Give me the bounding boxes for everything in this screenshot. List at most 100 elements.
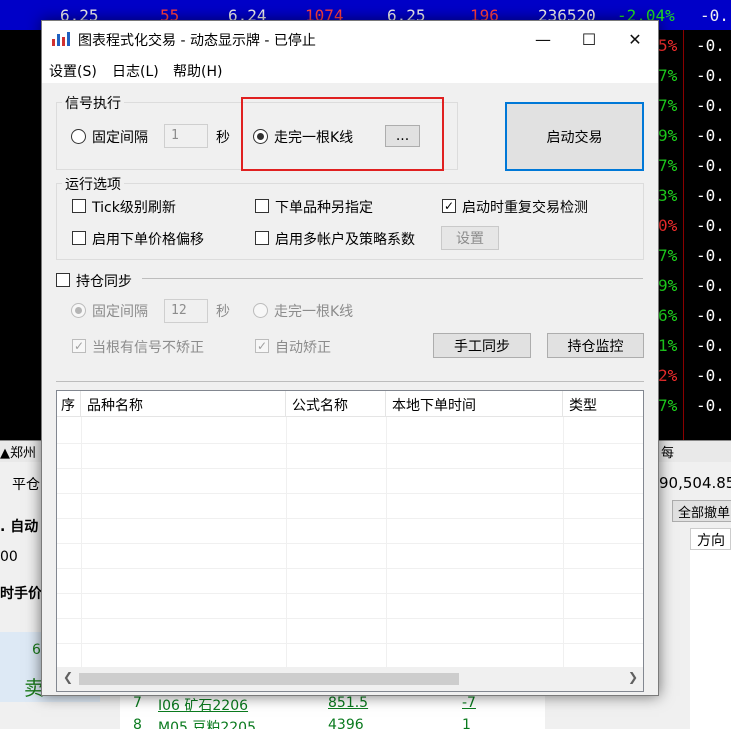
quote-change-pct: 9% bbox=[658, 276, 678, 295]
highlight-box bbox=[241, 97, 444, 171]
menu-settings[interactable]: 设置(S) bbox=[49, 61, 97, 81]
sync-seconds-label: 秒 bbox=[216, 304, 230, 320]
position-sync-label: 持仓同步 bbox=[76, 274, 132, 290]
quote-change-value: -0. bbox=[696, 306, 725, 325]
fixed-interval-radio[interactable] bbox=[71, 129, 86, 144]
position-sync-checkbox[interactable] bbox=[56, 273, 70, 287]
title-bar[interactable]: 图表程式化交易 - 动态显示牌 - 已停止 — ☐ ✕ bbox=[42, 21, 658, 57]
no-correct-label: 当根有信号不矫正 bbox=[92, 340, 204, 356]
col-order-time[interactable]: 本地下单时间 bbox=[386, 391, 563, 417]
settings-button[interactable]: 设置 bbox=[441, 226, 499, 250]
sync-kline-radio[interactable] bbox=[253, 303, 268, 318]
row-number: 8 bbox=[133, 717, 142, 729]
run-options-label: 运行选项 bbox=[62, 174, 124, 194]
startup-check-checkbox[interactable]: ✓ bbox=[442, 199, 456, 213]
grid-line bbox=[57, 493, 643, 494]
minimize-button[interactable]: — bbox=[520, 21, 566, 57]
grid-line bbox=[57, 468, 643, 469]
startup-check-label: 启动时重复交易检测 bbox=[462, 200, 588, 216]
quote-change-value: -0. bbox=[696, 126, 725, 145]
row-symbol[interactable]: I06 矿石2206 bbox=[158, 695, 248, 715]
signal-execution-label: 信号执行 bbox=[62, 93, 124, 113]
quote-change-pct: 9% bbox=[658, 126, 678, 145]
cancel-all-button[interactable]: 全部撤单 bbox=[672, 500, 731, 522]
window-title: 图表程式化交易 - 动态显示牌 - 已停止 bbox=[78, 33, 316, 49]
quote-change-value: -0. bbox=[696, 246, 725, 265]
quote-row: 9% -0. bbox=[658, 270, 731, 300]
start-trading-button[interactable]: 启动交易 bbox=[505, 102, 644, 171]
sync-kline-label: 走完一根K线 bbox=[274, 304, 354, 320]
quote-change-pct: 1% bbox=[658, 336, 678, 355]
menu-help[interactable]: 帮助(H) bbox=[173, 61, 222, 81]
quote-change-value: -0. bbox=[696, 96, 725, 115]
price-offset-label: 启用下单价格偏移 bbox=[92, 232, 204, 248]
grid-line bbox=[57, 618, 643, 619]
balance-value: 90,504.85 bbox=[659, 474, 731, 492]
close-button[interactable]: ✕ bbox=[612, 21, 658, 57]
row-qty: -7 bbox=[462, 695, 476, 711]
grid-line bbox=[57, 543, 643, 544]
tick-refresh-label: Tick级别刷新 bbox=[92, 200, 176, 216]
quote-change-value: -0. bbox=[696, 276, 725, 295]
quote-row: 7% -0. bbox=[658, 150, 731, 180]
quote-row: 7% -0. bbox=[658, 390, 731, 420]
position-monitor-button[interactable]: 持仓监控 bbox=[547, 333, 644, 358]
sync-interval-input[interactable]: 12 bbox=[164, 299, 208, 323]
row-symbol[interactable]: M05 豆粕2205 bbox=[158, 717, 256, 729]
col-symbol[interactable]: 品种名称 bbox=[81, 391, 286, 417]
scroll-right-icon[interactable]: ❯ bbox=[628, 670, 638, 684]
col-formula[interactable]: 公式名称 bbox=[286, 391, 386, 417]
menu-bar: 设置(S) 日志(L) 帮助(H) bbox=[42, 57, 658, 83]
manual-sync-button[interactable]: 手工同步 bbox=[433, 333, 531, 358]
scroll-left-icon[interactable]: ❮ bbox=[63, 670, 73, 684]
col-type[interactable]: 类型 bbox=[563, 391, 643, 417]
tab-zhengzhou[interactable]: ▲郑州 bbox=[0, 442, 36, 461]
row-number: 7 bbox=[133, 695, 142, 711]
close-position-label: 平仓 bbox=[12, 477, 40, 493]
col-index[interactable]: 序 bbox=[57, 391, 81, 417]
signal-table[interactable]: 序 品种名称 公式名称 本地下单时间 类型 ❮ ❯ bbox=[56, 390, 644, 692]
grid-line bbox=[386, 417, 387, 667]
interval-input[interactable]: 1 bbox=[164, 124, 208, 148]
direction-header-label: 方向 bbox=[697, 533, 725, 549]
quote-cell: -0. bbox=[700, 6, 729, 25]
grid-line bbox=[57, 568, 643, 569]
price-offset-checkbox[interactable] bbox=[72, 231, 86, 245]
row-price: 851.5 bbox=[328, 695, 369, 711]
quote-change-value: -0. bbox=[696, 336, 725, 355]
horizontal-scrollbar[interactable]: ❮ ❯ bbox=[57, 667, 643, 691]
quote-change-pct: 7% bbox=[658, 246, 678, 265]
auto-correct-label: 自动矫正 bbox=[275, 340, 331, 356]
maximize-button[interactable]: ☐ bbox=[566, 21, 612, 57]
quote-row: 6% -0. bbox=[658, 300, 731, 330]
radio-selected-dot bbox=[75, 307, 82, 314]
quote-change-pct: 7% bbox=[658, 66, 678, 85]
multi-account-checkbox[interactable] bbox=[255, 231, 269, 245]
quote-row: 2% -0. bbox=[658, 360, 731, 390]
auto-correct-checkbox[interactable]: ✓ bbox=[255, 339, 269, 353]
scroll-thumb[interactable] bbox=[79, 673, 459, 685]
grid-line bbox=[563, 417, 564, 667]
quote-row: 1% -0. bbox=[658, 330, 731, 360]
tick-refresh-checkbox[interactable] bbox=[72, 199, 86, 213]
menu-log[interactable]: 日志(L) bbox=[112, 61, 159, 81]
trading-dialog: 图表程式化交易 - 动态显示牌 - 已停止 — ☐ ✕ 设置(S) 日志(L) … bbox=[41, 20, 659, 696]
quote-change-pct: 7% bbox=[658, 96, 678, 115]
quote-change-value: -0. bbox=[696, 366, 725, 385]
quote-row: 3% -0. bbox=[658, 180, 731, 210]
grid-line bbox=[286, 417, 287, 667]
order-symbol-checkbox[interactable] bbox=[255, 199, 269, 213]
no-correct-checkbox[interactable]: ✓ bbox=[72, 339, 86, 353]
grid-line bbox=[57, 643, 643, 644]
sync-fixed-interval-radio[interactable] bbox=[71, 303, 86, 318]
quote-change-value: -0. bbox=[696, 156, 725, 175]
sync-separator bbox=[142, 278, 643, 279]
direction-header: 方向 bbox=[690, 528, 731, 550]
quote-change-pct: 3% bbox=[658, 186, 678, 205]
quote-row: 7% -0. bbox=[658, 240, 731, 270]
quote-change-value: -0. bbox=[696, 66, 725, 85]
quote-row: 7% -0. bbox=[658, 60, 731, 90]
qty-value: 00 bbox=[0, 549, 18, 565]
quote-row: 9% -0. bbox=[658, 120, 731, 150]
tab-partial[interactable]: 每 bbox=[661, 442, 674, 461]
